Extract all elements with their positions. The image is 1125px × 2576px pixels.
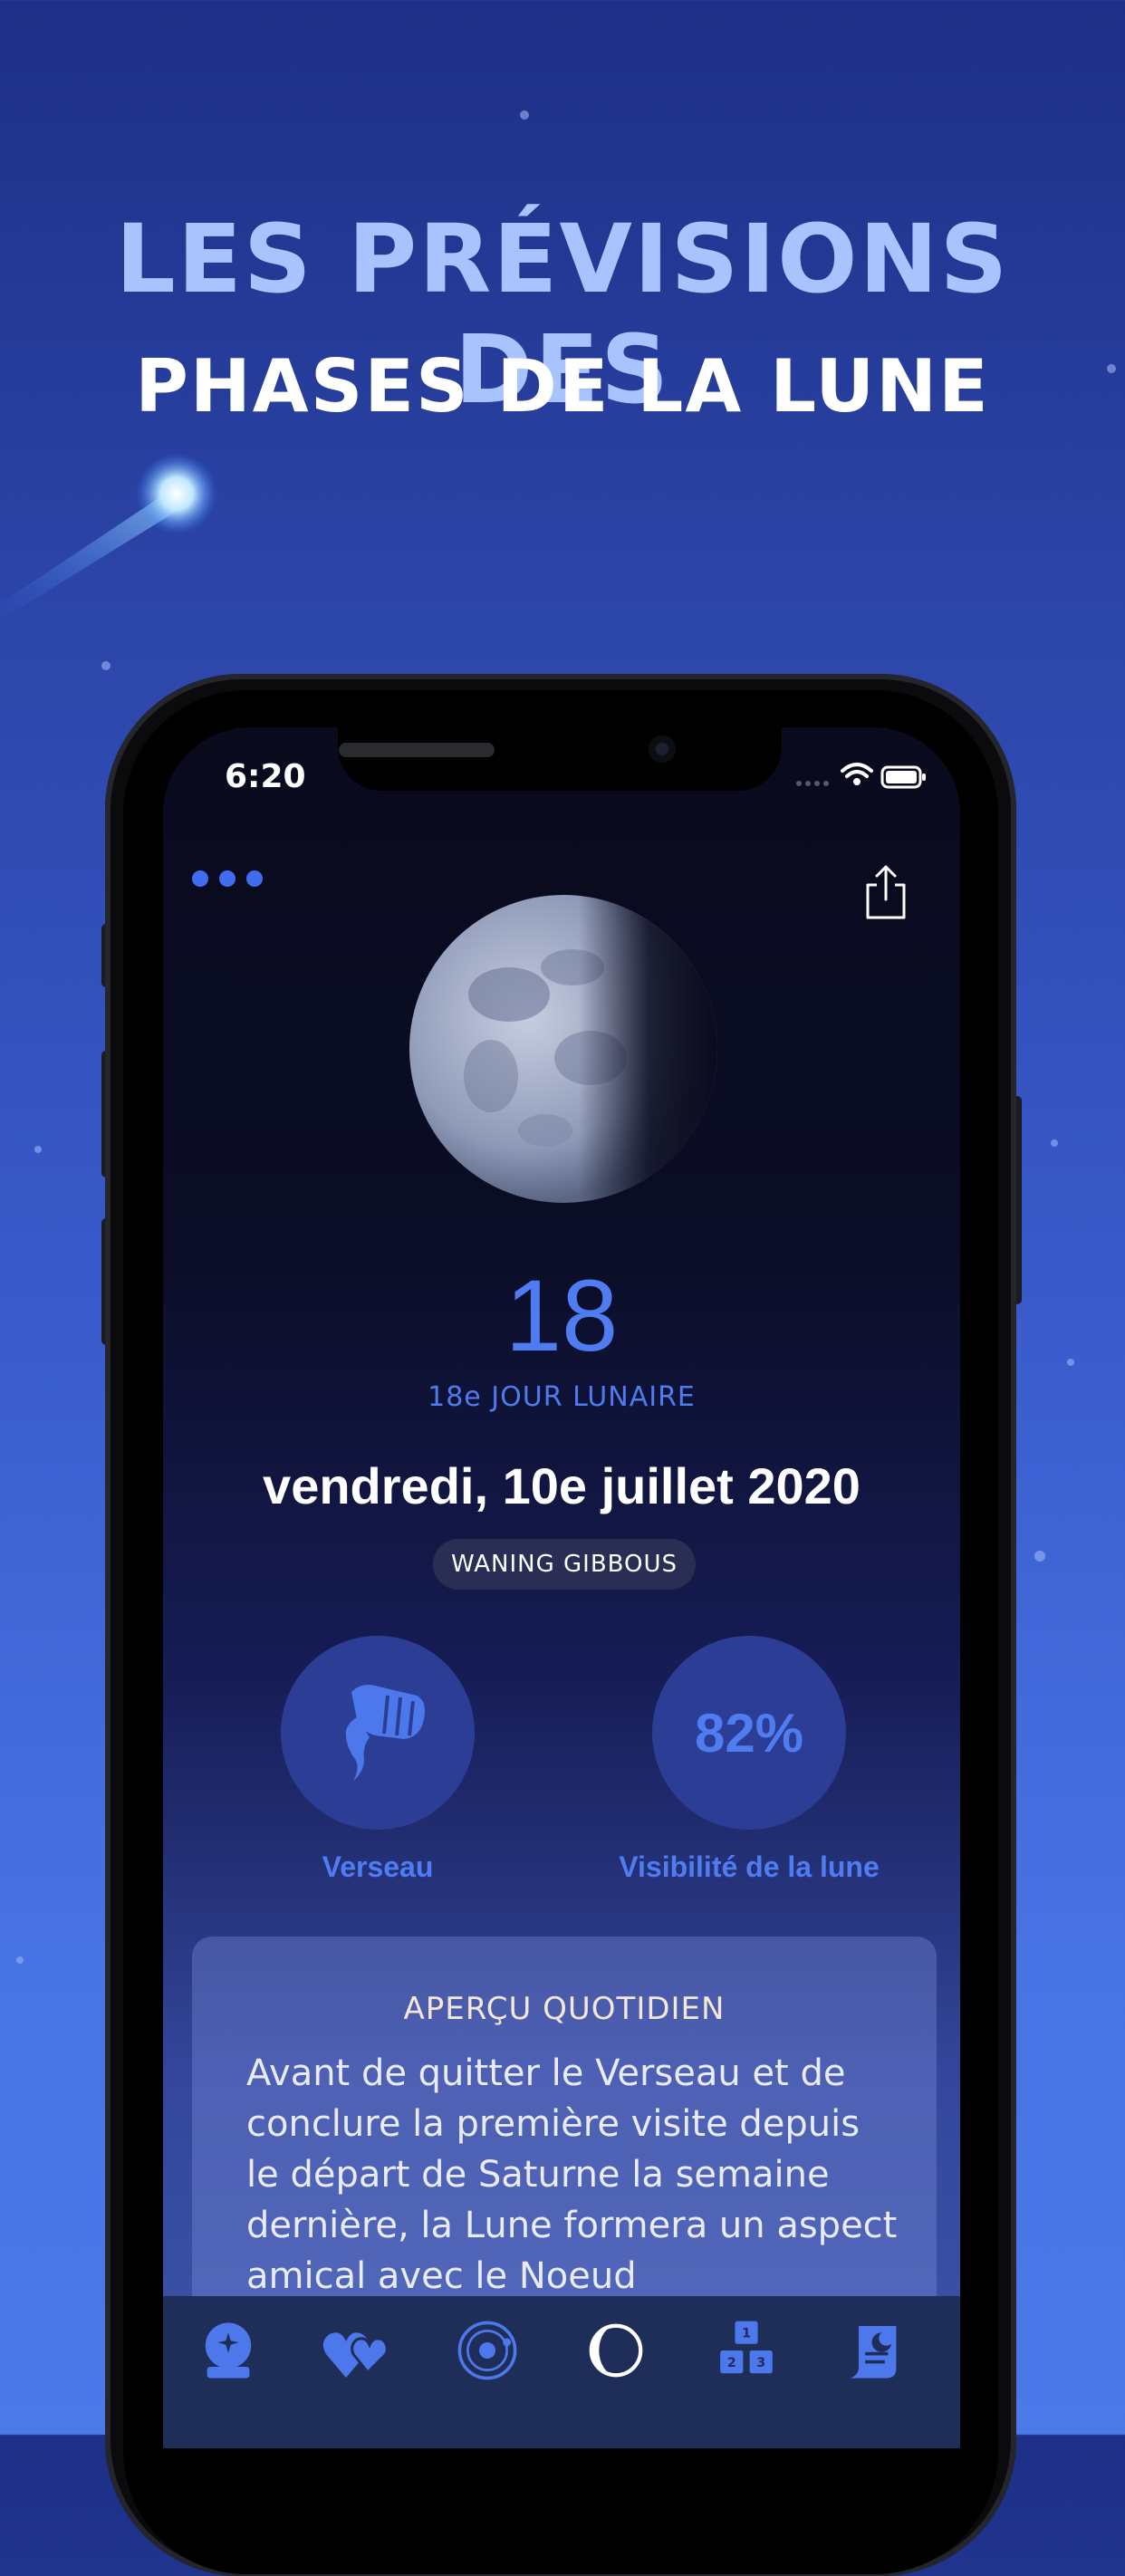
aquarius-icon [345,1685,425,1781]
status-icons [796,763,926,789]
tab-bar: 1 2 3 [163,2296,960,2448]
menu-dot-icon [219,870,236,887]
daily-overview-title: APERÇU QUOTIDIEN [403,1991,726,2027]
tab-love[interactable] [312,2305,402,2396]
zodiac-sign-label: Verseau [322,1850,434,1883]
solar-system-icon [457,2321,517,2380]
battery-icon [880,765,926,789]
moon-visibility-value[interactable]: 82% [652,1636,846,1830]
daily-overview-text: Avant de quitter le Verseau et de conclu… [246,2052,898,2297]
background-star [1067,1359,1074,1366]
crystal-ball-icon [205,2322,252,2379]
wifi-icon [841,763,873,778]
svg-text:3: 3 [756,2356,765,2370]
tab-astrology[interactable] [442,2305,533,2396]
phone-screen: 6:20 18 18e JOUR LUNAIRE vendredi, 10e j… [163,727,960,2448]
comet-illustration [0,453,217,620]
lunar-day-label: 18e JOUR LUNAIRE [428,1381,696,1413]
background-star [16,1956,24,1964]
tab-moon-phases[interactable] [571,2305,661,2396]
status-time: 6:20 [225,758,306,795]
menu-dot-icon [192,870,208,887]
share-icon[interactable] [861,863,911,921]
zodiac-sign-button[interactable] [281,1636,475,1830]
notch [338,727,782,791]
menu-dot-icon [246,870,263,887]
svg-text:1: 1 [742,2327,751,2341]
tab-crystal-ball[interactable] [183,2305,274,2396]
cellular-signal-icon [796,781,829,786]
background-star [101,661,111,670]
svg-text:2: 2 [727,2356,736,2370]
headline-line-2: PHASES DE LA LUNE [135,344,990,428]
moon-phase-badge: WANING GIBBOUS [433,1539,696,1590]
numerology-blocks-icon: 1 2 3 [720,2321,773,2374]
moon-visibility-label: Visibilité de la lune [619,1850,880,1883]
moon-phase-icon [589,2323,643,2378]
tab-numerology[interactable]: 1 2 3 [701,2305,792,2396]
hearts-icon [322,2332,389,2378]
lunar-day-number: 18 [505,1259,619,1372]
background-star [1034,1551,1045,1562]
background-star [34,1146,42,1153]
moon-phase-image [409,895,717,1203]
tab-horoscope[interactable] [830,2305,920,2396]
front-camera [649,735,676,763]
current-date: vendredi, 10e juillet 2020 [263,1457,861,1514]
background-star [520,111,529,120]
moon-scroll-icon [851,2326,897,2379]
background-star [1051,1139,1058,1147]
more-menu-button[interactable] [192,870,283,907]
earpiece-speaker [339,743,495,757]
